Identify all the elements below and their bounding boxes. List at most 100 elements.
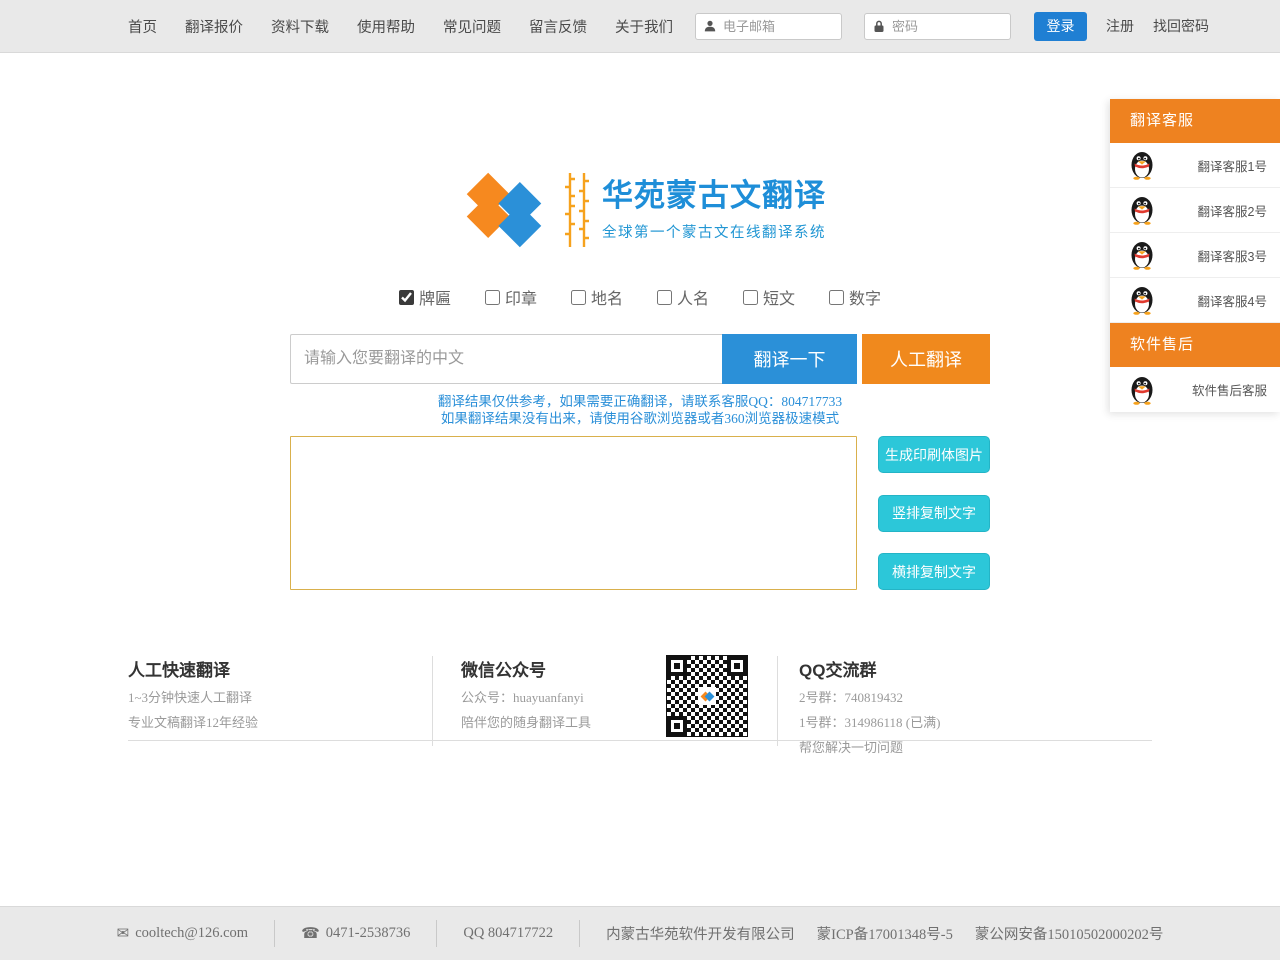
company-name: 内蒙古华苑软件开发有限公司 <box>606 923 795 944</box>
result-area <box>290 436 857 590</box>
sidebar-item-label: 翻译客服1号 <box>1198 156 1267 175</box>
sidebar-item-service-1[interactable]: 翻译客服1号 <box>1110 143 1280 188</box>
register-link[interactable]: 注册 <box>1106 16 1134 36</box>
phone-icon: ☎ <box>301 924 320 943</box>
forgot-password-link[interactable]: 找回密码 <box>1153 16 1209 36</box>
translate-row: 翻译一下 人工翻译 <box>290 334 990 384</box>
option-label: 印章 <box>505 285 537 309</box>
translate-button[interactable]: 翻译一下 <box>722 334 857 384</box>
logo: 华苑蒙古文翻译 全球第一个蒙古文在线翻译系统 <box>128 169 1152 251</box>
sidebar-item-label: 翻译客服2号 <box>1198 201 1267 220</box>
logo-mark-icon <box>454 169 554 251</box>
sidebar-header-translate-service: 翻译客服 <box>1110 99 1280 143</box>
topbar: 首页 翻译报价 资料下载 使用帮助 常见问题 留言反馈 关于我们 登录 注册 找… <box>0 0 1280 53</box>
option-shorttext[interactable]: 短文 <box>743 285 795 309</box>
nav-downloads[interactable]: 资料下载 <box>271 16 329 37</box>
footer-col3-title: QQ交流群 <box>799 656 940 681</box>
option-personname-checkbox[interactable] <box>657 290 672 305</box>
notice-line-2: 如果翻译结果没有出来，请使用谷歌浏览器或者360浏览器极速模式 <box>290 410 990 427</box>
option-plaque[interactable]: 牌匾 <box>399 285 451 309</box>
footer-col3-line3: 帮您解决一切问题 <box>799 737 940 756</box>
option-seal[interactable]: 印章 <box>485 285 537 309</box>
footer-col3-line1: 2号群：740819432 <box>799 687 940 706</box>
sidebar-item-label: 翻译客服4号 <box>1198 291 1267 310</box>
qq-penguin-icon <box>1130 240 1154 270</box>
option-placename[interactable]: 地名 <box>571 285 623 309</box>
sidebar-item-label: 翻译客服3号 <box>1198 246 1267 265</box>
nav-feedback[interactable]: 留言反馈 <box>529 16 587 37</box>
footer-divider <box>777 656 778 746</box>
sidebar-item-aftersale[interactable]: 软件售后客服 <box>1110 367 1280 412</box>
bottombar-divider <box>579 920 580 947</box>
nav-faq[interactable]: 常见问题 <box>443 16 501 37</box>
option-label: 数字 <box>849 285 881 309</box>
footer-col1-line2: 专业文稿翻译12年经验 <box>128 712 404 731</box>
main-nav: 首页 翻译报价 资料下载 使用帮助 常见问题 留言反馈 关于我们 <box>128 16 673 37</box>
police-license: 蒙公网安备15010502000202号 <box>975 923 1164 944</box>
footer-divider <box>432 656 433 746</box>
translate-input[interactable] <box>290 334 722 384</box>
copy-horizontal-text-button[interactable]: 横排复制文字 <box>878 553 990 590</box>
generate-print-image-button[interactable]: 生成印刷体图片 <box>878 436 990 473</box>
option-label: 牌匾 <box>419 285 451 309</box>
qr-finder-icon <box>667 656 687 676</box>
option-shorttext-checkbox[interactable] <box>743 290 758 305</box>
contact-qq-text: QQ 804717722 <box>463 925 553 942</box>
sidebar-item-label: 软件售后客服 <box>1192 380 1267 399</box>
bottombar: ✉ cooltech@126.com ☎ 0471-2538736 QQ 804… <box>0 906 1280 960</box>
option-personname[interactable]: 人名 <box>657 285 709 309</box>
manual-translate-button[interactable]: 人工翻译 <box>862 334 990 384</box>
footer-col2-line2: 陪伴您的随身翻译工具 <box>461 712 667 731</box>
footer-col1-title: 人工快速翻译 <box>128 656 404 681</box>
lock-icon <box>873 20 885 33</box>
qq-penguin-icon <box>1130 195 1154 225</box>
icp-license: 蒙ICP备17001348号-5 <box>817 923 953 944</box>
option-number[interactable]: 数字 <box>829 285 881 309</box>
contact-email-text: cooltech@126.com <box>135 925 248 942</box>
notice-line-1: 翻译结果仅供参考，如果需要正确翻译，请联系客服QQ：804717733 <box>290 393 990 410</box>
password-field-wrap <box>864 13 1011 40</box>
qr-finder-icon <box>667 716 687 736</box>
mongolian-script-icon <box>560 170 594 250</box>
translate-zone: 翻译一下 人工翻译 翻译结果仅供参考，如果需要正确翻译，请联系客服QQ：8047… <box>290 334 990 590</box>
person-icon <box>704 20 716 32</box>
contact-phone: ☎ 0471-2538736 <box>301 924 410 943</box>
contact-phone-text: 0471-2538736 <box>326 925 411 942</box>
qr-finder-icon <box>727 656 747 676</box>
footer-col-wechat: 微信公众号 公众号：huayuanfanyi 陪伴您的随身翻译工具 <box>461 656 667 731</box>
footer-col-qq-groups: QQ交流群 2号群：740819432 1号群：314986118 (已满) 帮… <box>799 656 940 756</box>
bottombar-divider <box>436 920 437 947</box>
option-seal-checkbox[interactable] <box>485 290 500 305</box>
wechat-qr-code <box>667 656 747 736</box>
nav-help[interactable]: 使用帮助 <box>357 16 415 37</box>
copy-vertical-text-button[interactable]: 竖排复制文字 <box>878 495 990 532</box>
sidebar-header-aftersale: 软件售后 <box>1110 323 1280 367</box>
footer-col2-line1: 公众号：huayuanfanyi <box>461 687 667 706</box>
password-input[interactable] <box>892 19 1002 34</box>
email-input[interactable] <box>723 19 833 34</box>
site-subtitle: 全球第一个蒙古文在线翻译系统 <box>602 221 826 242</box>
nav-home[interactable]: 首页 <box>128 16 157 37</box>
qr-center-logo-icon <box>698 687 716 705</box>
legal-info: 内蒙古华苑软件开发有限公司 蒙ICP备17001348号-5 蒙公网安备1501… <box>606 923 1163 944</box>
auth-area: 登录 注册 找回密码 <box>673 12 1209 41</box>
site-title: 华苑蒙古文翻译 <box>602 178 826 214</box>
option-plaque-checkbox[interactable] <box>399 290 414 305</box>
contact-email: ✉ cooltech@126.com <box>117 924 248 943</box>
option-placename-checkbox[interactable] <box>571 290 586 305</box>
contact-qq: QQ 804717722 <box>463 925 553 942</box>
nav-pricing[interactable]: 翻译报价 <box>185 16 243 37</box>
footer-col3-line2: 1号群：314986118 (已满) <box>799 712 940 731</box>
bottombar-divider <box>274 920 275 947</box>
login-button[interactable]: 登录 <box>1034 12 1087 41</box>
option-number-checkbox[interactable] <box>829 290 844 305</box>
option-label: 短文 <box>763 285 795 309</box>
footer-col1-line1: 1~3分钟快速人工翻译 <box>128 687 404 706</box>
sidebar-item-service-4[interactable]: 翻译客服4号 <box>1110 278 1280 323</box>
sidebar-item-service-2[interactable]: 翻译客服2号 <box>1110 188 1280 233</box>
nav-about[interactable]: 关于我们 <box>615 16 673 37</box>
result-row: 生成印刷体图片 竖排复制文字 横排复制文字 <box>290 436 990 590</box>
sidebar-item-service-3[interactable]: 翻译客服3号 <box>1110 233 1280 278</box>
qq-penguin-icon <box>1130 285 1154 315</box>
qq-penguin-icon <box>1130 150 1154 180</box>
